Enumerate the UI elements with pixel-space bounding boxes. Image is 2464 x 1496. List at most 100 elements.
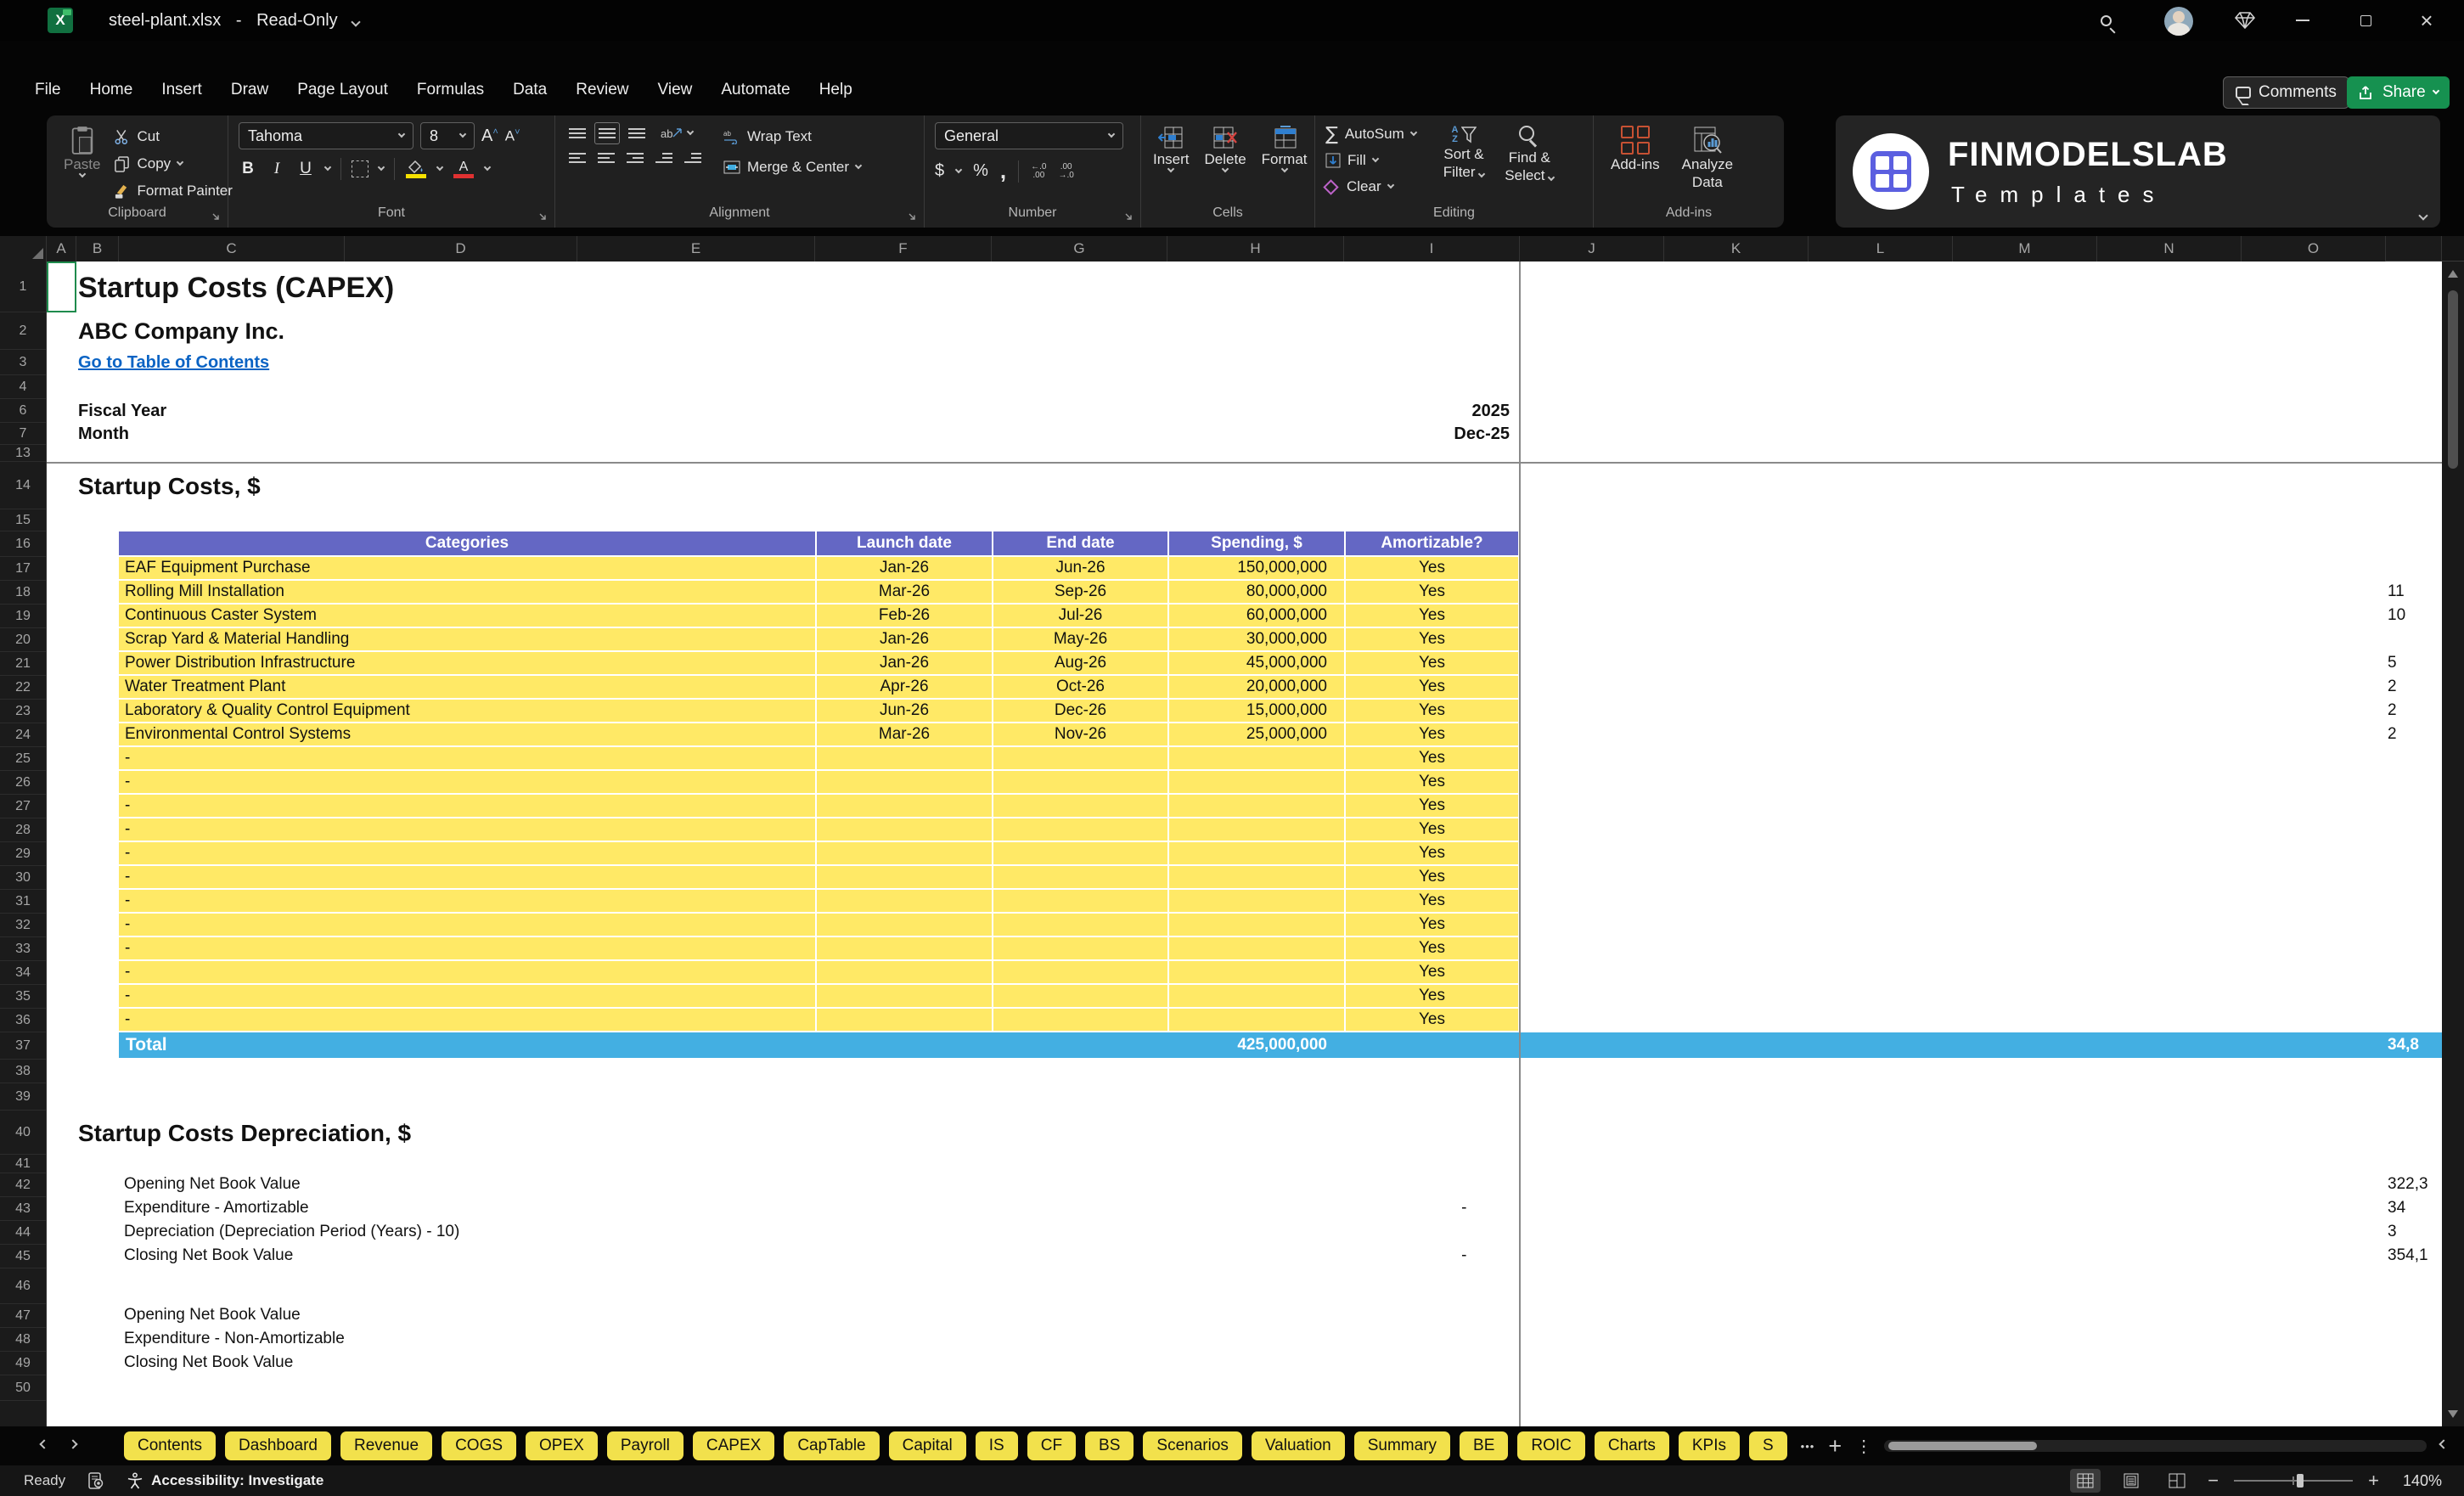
autosum-button[interactable]: ∑ AutoSum (1325, 124, 1418, 145)
amortizable-cell[interactable]: Yes (1346, 890, 1518, 912)
sheet-tab[interactable]: CAPEX (692, 1431, 775, 1460)
row-header[interactable]: 13 (0, 445, 46, 462)
row-header[interactable]: 46 (0, 1268, 46, 1304)
ribbon-tab[interactable]: Help (805, 73, 867, 110)
paste-button[interactable]: Paste (57, 122, 107, 205)
column-header[interactable]: O (2242, 236, 2386, 262)
month-value-cell[interactable] (119, 795, 263, 817)
align-middle-button[interactable] (594, 122, 620, 144)
sheet-tab[interactable]: COGS (442, 1431, 517, 1460)
launch-date-cell[interactable]: Jan-26 (817, 557, 992, 579)
excel-app-icon[interactable]: X (48, 8, 73, 33)
column-header[interactable]: L (1809, 236, 1953, 262)
spending-cell[interactable]: 60,000,000 (1169, 605, 1344, 627)
anchor-value-cell[interactable] (1344, 1221, 1520, 1243)
sheet-tab[interactable]: CapTable (784, 1431, 880, 1460)
sheet-options-button[interactable]: ⋮ (1855, 1436, 1872, 1457)
launch-date-cell[interactable] (817, 890, 992, 912)
sheet-tab[interactable]: Contents (124, 1431, 217, 1460)
clipped-value-cell[interactable]: 10 (2386, 605, 2442, 627)
row-header[interactable]: 37 (0, 1032, 46, 1060)
row-header[interactable]: 7 (0, 423, 46, 445)
collapse-ribbon-button[interactable] (2418, 211, 2428, 221)
row-header[interactable]: 32 (0, 914, 46, 937)
launch-date-cell[interactable]: Feb-26 (817, 605, 992, 627)
anchor-value-cell[interactable] (1344, 1173, 1520, 1195)
clipped-value-cell[interactable] (2386, 557, 2442, 579)
end-date-cell[interactable]: May-26 (993, 628, 1167, 650)
orientation-button[interactable]: ab (661, 127, 683, 140)
clipped-value-cell[interactable]: 2 (2386, 723, 2442, 745)
row-header[interactable]: 49 (0, 1352, 46, 1375)
end-date-cell[interactable]: Oct-26 (993, 676, 1167, 698)
row-header[interactable]: 22 (0, 676, 46, 700)
month-value-cell[interactable] (119, 557, 263, 579)
sheet-tab[interactable]: Valuation (1251, 1431, 1345, 1460)
anchor-value-cell[interactable] (1344, 1352, 1520, 1374)
cut-button[interactable]: Cut (114, 126, 232, 148)
align-center-button[interactable] (594, 148, 618, 168)
clipped-value-cell[interactable]: 3 (2386, 1221, 2442, 1243)
sheet-tab[interactable]: Charts (1594, 1431, 1669, 1460)
sheet-tab[interactable]: S (1748, 1431, 1787, 1460)
end-date-cell[interactable] (993, 985, 1167, 1007)
format-cells-button[interactable]: Format (1255, 122, 1314, 205)
amortizable-cell[interactable]: Yes (1346, 937, 1518, 959)
amortizable-cell[interactable]: Yes (1346, 676, 1518, 698)
spending-cell[interactable] (1169, 818, 1344, 841)
column-header[interactable]: N (2097, 236, 2242, 262)
row-header[interactable]: 38 (0, 1060, 46, 1083)
ribbon-tab[interactable]: Draw (217, 73, 283, 110)
amortizable-cell[interactable]: Yes (1346, 842, 1518, 864)
launch-date-cell[interactable]: Apr-26 (817, 676, 992, 698)
amortizable-cell[interactable]: Yes (1346, 723, 1518, 745)
clipped-value-cell[interactable]: 2 (2386, 676, 2442, 698)
spending-cell[interactable] (1169, 842, 1344, 864)
font-name-select[interactable]: Tahoma (239, 122, 413, 149)
header-spending[interactable]: Spending, $ (1169, 531, 1344, 555)
sheet-tab[interactable]: Payroll (606, 1431, 684, 1460)
end-date-cell[interactable]: Aug-26 (993, 652, 1167, 674)
increase-font-button[interactable]: A˄ (481, 127, 498, 146)
launch-date-cell[interactable] (817, 937, 992, 959)
month-value-cell[interactable] (119, 866, 263, 888)
row-header[interactable]: 30 (0, 866, 46, 890)
select-all-corner[interactable] (0, 236, 47, 262)
clipped-value-cell[interactable] (2386, 937, 2442, 959)
row-header[interactable]: 19 (0, 605, 46, 628)
spending-cell[interactable] (1169, 985, 1344, 1007)
horizontal-scrollbar[interactable] (1884, 1440, 2427, 1452)
end-date-cell[interactable] (993, 771, 1167, 793)
column-header[interactable]: K (1664, 236, 1809, 262)
spending-cell[interactable]: 20,000,000 (1169, 676, 1344, 698)
header-end-date[interactable]: End date (993, 531, 1167, 555)
section-depreciation[interactable]: Startup Costs Depreciation, $ (78, 1111, 411, 1156)
sheet-tab[interactable]: ROIC (1517, 1431, 1585, 1460)
currency-button[interactable]: $ (935, 161, 944, 181)
header-launch-date[interactable]: Launch date (817, 531, 992, 555)
italic-button[interactable]: I (267, 160, 286, 178)
clipped-value-cell[interactable] (2386, 818, 2442, 841)
spending-cell[interactable] (1169, 747, 1344, 769)
clipped-value-cell[interactable]: 2 (2386, 700, 2442, 722)
amortizable-cell[interactable]: Yes (1346, 605, 1518, 627)
align-bottom-button[interactable] (625, 123, 649, 143)
month-value-cell[interactable] (119, 1304, 263, 1326)
clipped-value-cell[interactable] (2386, 1009, 2442, 1031)
launch-date-cell[interactable]: Mar-26 (817, 723, 992, 745)
font-size-select[interactable]: 8 (420, 122, 475, 149)
ribbon-tab[interactable]: File (20, 73, 76, 110)
end-date-cell[interactable] (993, 937, 1167, 959)
spending-cell[interactable] (1169, 890, 1344, 912)
launch-date-cell[interactable] (817, 961, 992, 983)
month-value-cell[interactable] (119, 581, 263, 603)
sheet-tab[interactable]: BE (1460, 1431, 1509, 1460)
comments-button[interactable]: Comments (2223, 76, 2349, 109)
row-header[interactable]: 25 (0, 747, 46, 771)
sheet-tab[interactable]: OPEX (526, 1431, 598, 1460)
column-header[interactable]: H (1167, 236, 1344, 262)
column-header[interactable]: B (76, 236, 119, 262)
sheet-tab[interactable]: Scenarios (1143, 1431, 1242, 1460)
end-date-cell[interactable] (993, 1009, 1167, 1031)
month-value-cell[interactable] (119, 1221, 263, 1243)
